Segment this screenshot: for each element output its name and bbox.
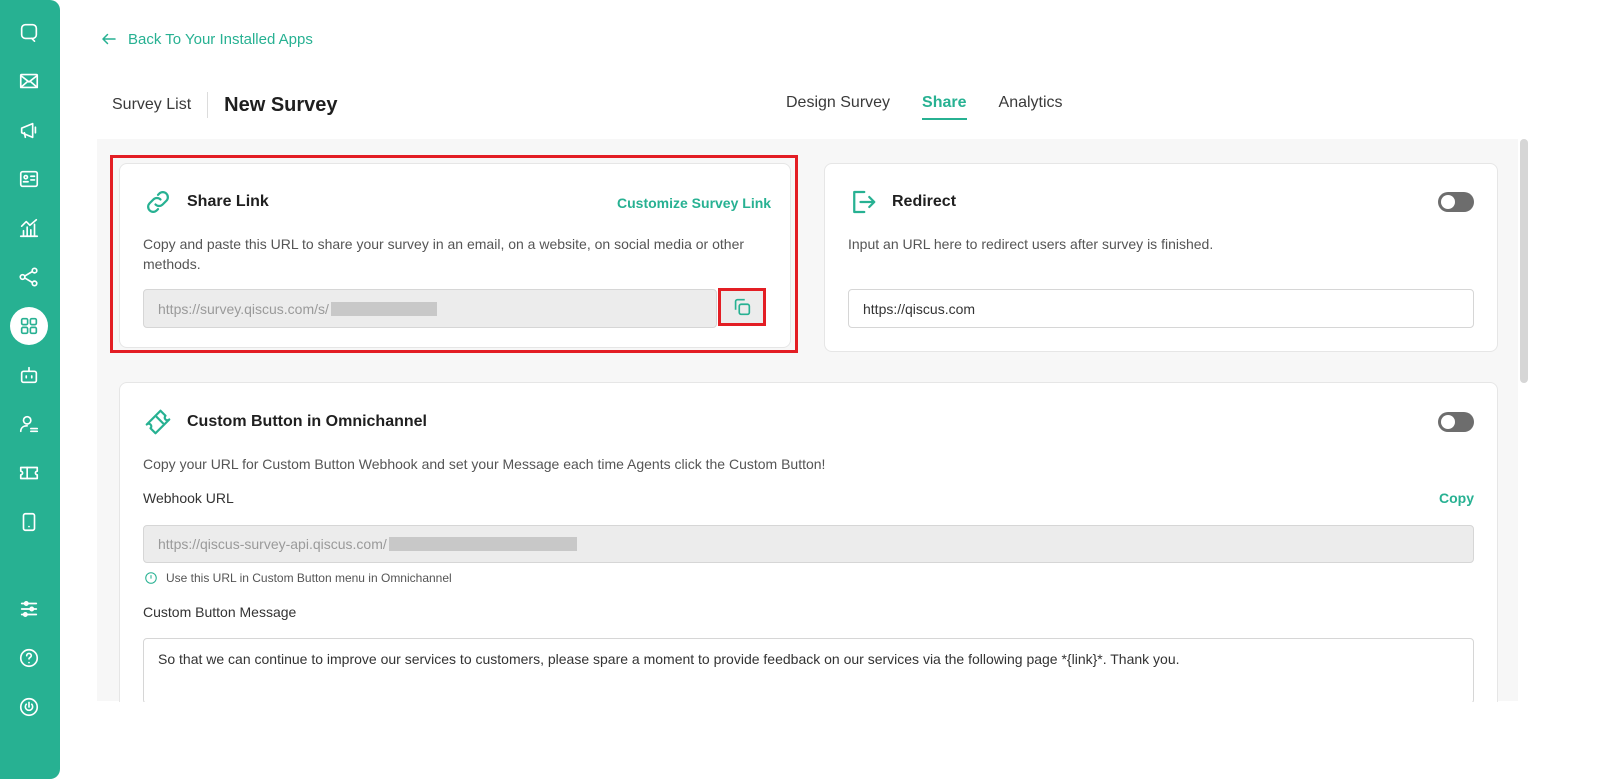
settings-icon[interactable] (10, 590, 48, 628)
tab-design-survey[interactable]: Design Survey (786, 94, 890, 120)
apps-icon[interactable] (10, 307, 48, 345)
breadcrumb-divider (207, 92, 209, 118)
custom-button-title: Custom Button in Omnichannel (187, 413, 427, 430)
redirect-toggle[interactable] (1438, 192, 1474, 212)
redirect-description: Input an URL here to redirect users afte… (848, 236, 1214, 252)
chat-icon[interactable] (10, 13, 48, 51)
ticket-icon (145, 409, 171, 435)
copy-link-button[interactable] (718, 288, 766, 326)
tab-analytics[interactable]: Analytics (999, 94, 1063, 120)
webhook-hint: Use this URL in Custom Button menu in Om… (144, 571, 452, 585)
info-icon (145, 572, 157, 584)
copy-webhook-button[interactable]: Copy (1439, 490, 1474, 506)
scrollbar[interactable] (1520, 139, 1528, 383)
redirect-title: Redirect (892, 193, 957, 210)
link-icon (147, 191, 169, 213)
breadcrumb: Survey List New Survey (112, 92, 338, 118)
redirect-header: Redirect (848, 187, 956, 217)
redacted-block (330, 301, 437, 316)
webhook-url-label: Webhook URL (143, 490, 234, 506)
analytics-icon[interactable] (10, 209, 48, 247)
broadcast-icon[interactable] (10, 111, 48, 149)
page-bottom (60, 702, 1597, 779)
survey-list-link[interactable]: Survey List (112, 96, 191, 114)
sidebar (0, 0, 60, 779)
share-link-title: Share Link (187, 193, 269, 210)
custom-button-message-input[interactable]: So that we can continue to improve our s… (143, 638, 1474, 704)
custom-button-message-label: Custom Button Message (143, 604, 297, 620)
customize-survey-link[interactable]: Customize Survey Link (617, 195, 771, 211)
ticket-icon[interactable] (10, 454, 48, 492)
arrow-left-icon (102, 33, 116, 45)
custom-button-toggle[interactable] (1438, 412, 1474, 432)
webhook-url: https://qiscus-survey-api.qiscus.com/ (158, 536, 387, 552)
webhook-hint-text: Use this URL in Custom Button menu in Om… (166, 571, 452, 585)
mobile-icon[interactable] (10, 503, 48, 541)
redirect-url-input[interactable]: https://qiscus.com (848, 289, 1474, 328)
redirect-url-value: https://qiscus.com (863, 300, 976, 317)
contact-card-icon[interactable] (10, 160, 48, 198)
share-link-url: https://survey.qiscus.com/s/ (158, 300, 329, 317)
help-icon[interactable] (10, 639, 48, 677)
exit-icon (853, 190, 876, 214)
integration-icon[interactable] (10, 258, 48, 296)
agent-icon[interactable] (10, 405, 48, 443)
tab-share[interactable]: Share (922, 94, 967, 120)
survey-tabs: Design Survey Share Analytics (786, 94, 1063, 120)
webhook-url-field[interactable]: https://qiscus-survey-api.qiscus.com/ (143, 525, 1474, 563)
power-icon[interactable] (10, 688, 48, 726)
bot-icon[interactable] (10, 356, 48, 394)
custom-button-description: Copy your URL for Custom Button Webhook … (143, 456, 826, 472)
share-link-url-field[interactable]: https://survey.qiscus.com/s/ (143, 289, 717, 328)
copy-icon (734, 298, 751, 316)
share-link-description: Copy and paste this URL to share your su… (143, 236, 745, 272)
page-title: New Survey (224, 93, 338, 116)
back-link[interactable]: Back To Your Installed Apps (100, 30, 313, 48)
custom-button-header: Custom Button in Omnichannel (143, 407, 427, 437)
share-link-header: Share Link (143, 187, 269, 217)
mail-icon[interactable] (10, 62, 48, 100)
redacted-block (388, 537, 577, 551)
back-link-label: Back To Your Installed Apps (128, 30, 313, 48)
